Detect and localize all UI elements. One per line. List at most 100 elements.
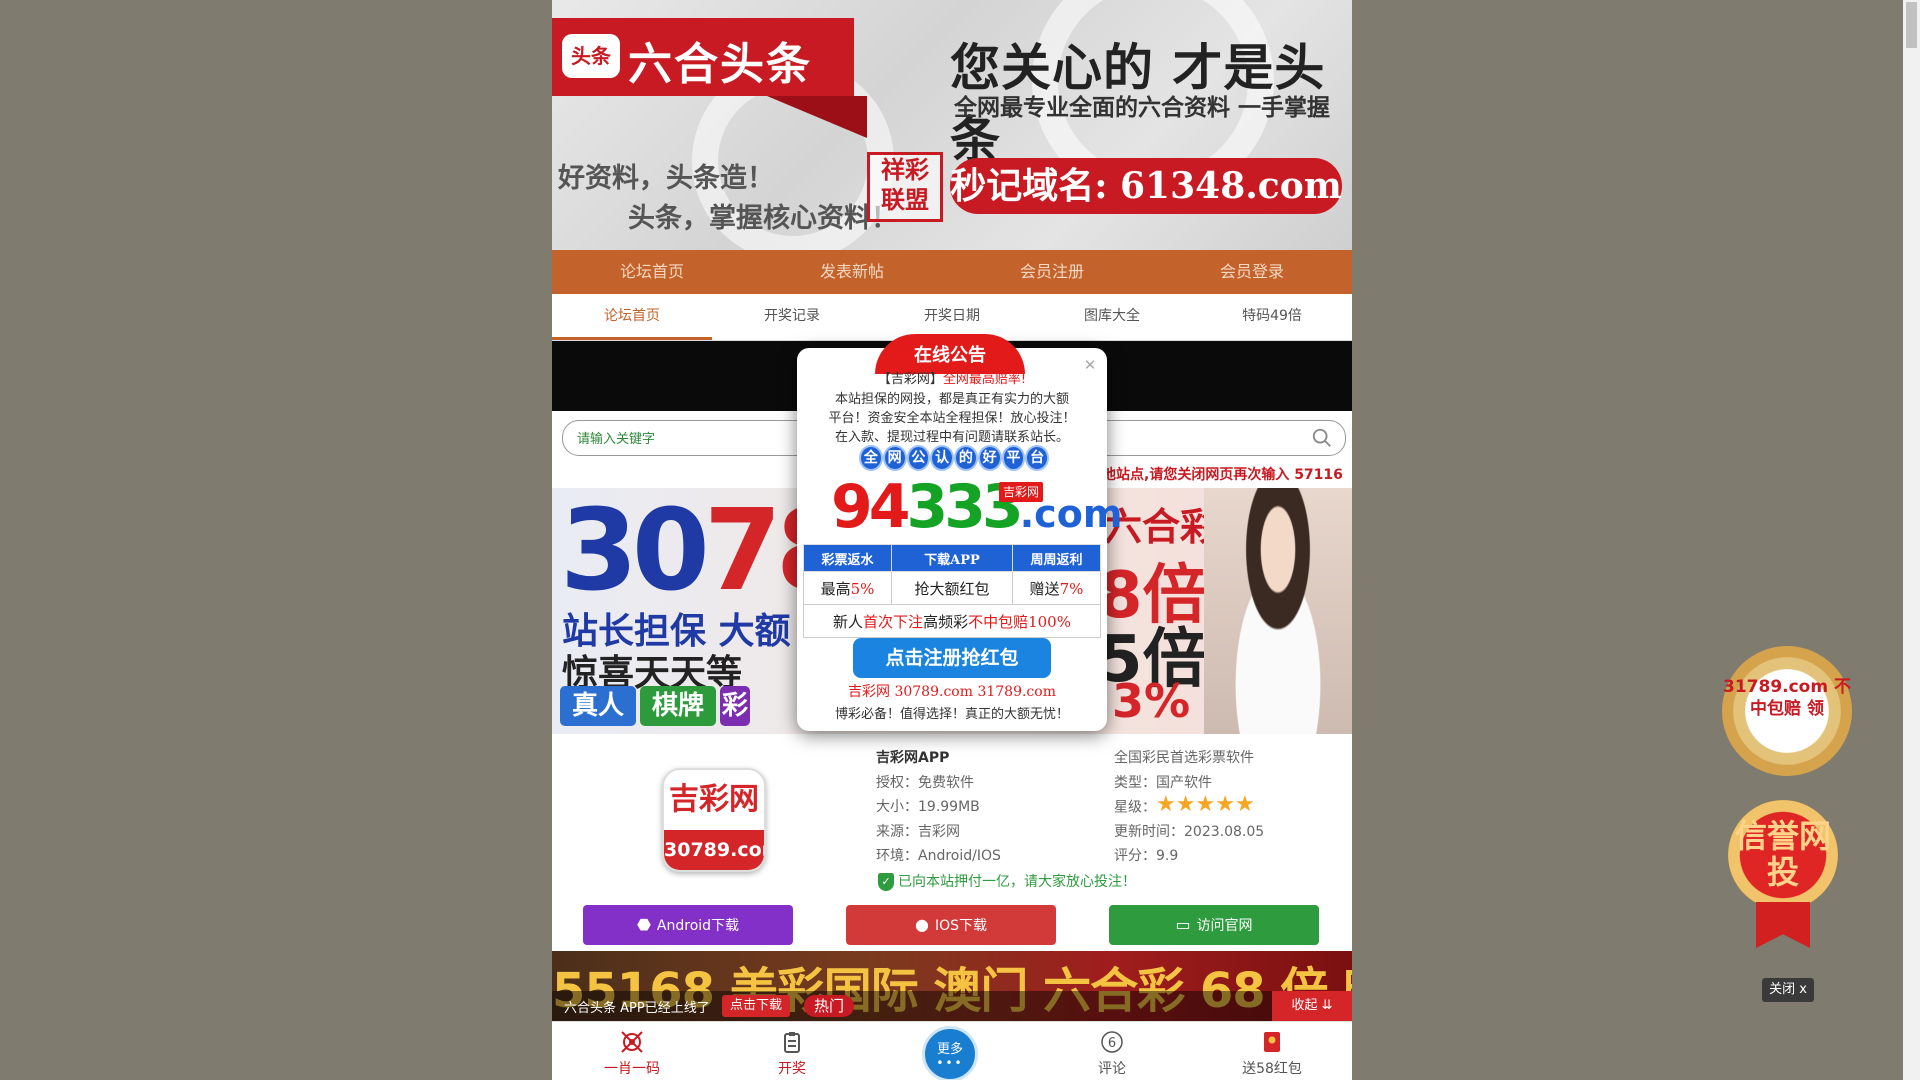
app-rating-row: 星级：★★★★★ xyxy=(1114,792,1264,820)
nav-login[interactable]: 会员登录 xyxy=(1152,250,1352,294)
logo-ribbon xyxy=(767,96,867,138)
app-source: 来源：吉彩网 xyxy=(876,823,960,840)
app-launch-message: 六合头条 APP已经上线了 xyxy=(564,1001,710,1016)
no-loss-badge[interactable]: 31789.com 不中包赔 领 xyxy=(1722,646,1852,776)
red-envelope-icon xyxy=(1264,1032,1280,1052)
logo-text: 六合头条 xyxy=(628,39,812,90)
app-icon-domain: 30789.com xyxy=(664,830,764,870)
ios-download-label: IOS下载 xyxy=(934,918,987,934)
trust-badge: 的 xyxy=(954,445,978,471)
comment-count-icon: 6 xyxy=(1101,1031,1123,1053)
benefit-header: 彩票返水 xyxy=(802,544,893,572)
promo-right-rebate: 3% xyxy=(1112,674,1191,728)
benefits-table: 彩票返水 下载APP 周周返利 最高5% 抢大额红包 赠送7% 新人首次下注高频… xyxy=(802,544,1102,638)
app-size: 大小：19.99MB xyxy=(876,799,980,815)
trust-badge: 台 xyxy=(1025,445,1049,471)
monitor-icon: ▭ xyxy=(1175,915,1191,934)
tab-one-code-label: 一肖一码 xyxy=(604,1061,660,1077)
app-icon[interactable]: 吉彩网 30789.com xyxy=(662,768,766,872)
site-logo[interactable]: 头条 六合头条 xyxy=(552,18,854,96)
app-launch-bar: 六合头条 APP已经上线了 点击下载 热门 收起 ⇊ xyxy=(552,991,1352,1021)
app-updated: 更新时间：2023.08.05 xyxy=(1114,823,1265,840)
trust-medal[interactable]: 信誉网投 xyxy=(1728,800,1838,950)
trust-badge: 认 xyxy=(930,445,954,471)
benefit-header: 周周返利 xyxy=(1011,544,1102,572)
android-icon: ⬣ xyxy=(636,915,651,934)
bottom-ad-strip[interactable]: 55168 美彩国际 澳门 六合彩 68 倍 时时彩 9.90 倍 六合头条 A… xyxy=(552,951,1352,1021)
android-download-button[interactable]: ⬣ Android下载 xyxy=(583,905,793,945)
tab-one-code[interactable]: 一肖一码 xyxy=(572,1022,692,1080)
nav-new-post[interactable]: 发表新帖 xyxy=(752,250,952,294)
no-loss-badge-text: 31789.com 不中包赔 领 xyxy=(1723,677,1851,719)
more-label: 更多 xyxy=(936,1042,963,1057)
star-icon: ★ xyxy=(1175,792,1196,817)
app-license: 授权：免费软件 xyxy=(876,774,974,791)
trust-badge: 好 xyxy=(977,445,1002,471)
rating-label: 星级： xyxy=(1114,799,1156,816)
promo-text: 高频彩 xyxy=(923,612,969,631)
banner-tagline-1: 好资料，头条造！ xyxy=(558,163,774,194)
tab-comments[interactable]: 6 评论 xyxy=(1052,1022,1172,1080)
target-icon xyxy=(621,1031,643,1053)
benefit-header: 下载APP xyxy=(891,544,1013,572)
bottom-tab-bar: 一肖一码 开奖 更多 ••• 6 评论 送58红包 xyxy=(552,1021,1352,1080)
tab-draw-records[interactable]: 开奖记录 xyxy=(712,294,872,340)
guarantee-text: 已向本站押付一亿，请大家放心投注！ xyxy=(898,874,1136,890)
register-cta-button[interactable]: 点击注册抢红包 xyxy=(853,638,1051,678)
promo-highlight: 首次下注 xyxy=(863,612,924,631)
app-details-left: 吉彩网APP 授权：免费软件 大小：19.99MB 来源：吉彩网 环境：Andr… xyxy=(876,746,1001,869)
promo-chip-lottery: 彩 xyxy=(720,686,750,726)
benefit-value: 5% xyxy=(850,579,875,598)
ios-download-button[interactable]: ● IOS下载 xyxy=(846,905,1056,945)
tab-draw-label: 开奖 xyxy=(778,1061,806,1077)
more-button[interactable]: 更多 ••• xyxy=(922,1026,978,1080)
domain-part-red: 94 xyxy=(831,472,910,542)
tab-gallery[interactable]: 图库大全 xyxy=(1032,294,1192,340)
modal-sites[interactable]: 吉彩网 30789.com 31789.com xyxy=(797,681,1107,701)
tab-draw[interactable]: 开奖 xyxy=(732,1022,852,1080)
download-now-button[interactable]: 点击下载 xyxy=(722,995,791,1017)
nav-register[interactable]: 会员注册 xyxy=(952,250,1152,294)
star-icon: ★ xyxy=(1195,792,1216,817)
rating-stars: ★★★★★ xyxy=(1156,792,1255,820)
app-icon-brand: 吉彩网 xyxy=(669,782,759,817)
star-icon: ★ xyxy=(1156,792,1176,817)
visit-website-label: 访问官网 xyxy=(1196,918,1253,934)
domain-banner[interactable]: 秒记域名: 61348.com xyxy=(950,158,1342,214)
shield-check-icon: ✓ xyxy=(878,873,894,891)
modal-footer: 博彩必备！值得选择！真正的大额无忧！ xyxy=(834,707,1069,722)
promo-model-image xyxy=(1204,488,1352,734)
app-name: 吉彩网APP xyxy=(876,750,950,766)
modal-brand-tag: 吉彩网 xyxy=(999,482,1044,502)
search-icon[interactable] xyxy=(1311,427,1333,449)
nav-forum-home[interactable]: 论坛首页 xyxy=(552,250,752,294)
tab-special-code[interactable]: 特码49倍 xyxy=(1192,294,1352,340)
promo-highlight: 不中包赔100% xyxy=(968,612,1071,631)
modal-highlight: 全网最高赔率! xyxy=(942,372,1027,387)
logo-badge: 头条 xyxy=(562,34,620,78)
app-tagline: 全国彩民首选彩票软件 xyxy=(1114,750,1254,766)
scrollbar-thumb[interactable] xyxy=(1906,2,1917,48)
trust-badge: 全 xyxy=(859,445,883,471)
app-info-section: 吉彩网 30789.com 吉彩网APP 授权：免费软件 大小：19.99MB … xyxy=(552,736,1352,951)
collapse-button[interactable]: 收起 ⇊ xyxy=(1272,991,1352,1021)
svg-text:6: 6 xyxy=(1108,1036,1116,1051)
promo-chip-cards: 棋牌 xyxy=(640,686,716,726)
promo-row: 新人首次下注高频彩不中包赔100% xyxy=(803,604,1101,638)
modal-domain[interactable]: 94333.com xyxy=(831,476,1122,545)
benefit-value: 7% xyxy=(1059,579,1084,598)
app-details-right: 全国彩民首选彩票软件 类型：国产软件 星级：★★★★★ 更新时间：2023.08… xyxy=(1114,746,1264,869)
trust-badge: 公 xyxy=(906,445,931,471)
trust-badges: 全 网 公 认 的 好 平 台 xyxy=(859,445,1049,471)
tab-forum-home[interactable]: 论坛首页 xyxy=(552,294,712,340)
close-floats-button[interactable]: 关闭 x xyxy=(1762,978,1814,1002)
modal-text-1: 本站担保的网投，都是真正有实力的大额 xyxy=(834,392,1069,407)
visit-website-button[interactable]: ▭ 访问官网 xyxy=(1109,905,1319,945)
android-download-label: Android下载 xyxy=(656,918,740,934)
modal-text-2: 平台！资金安全本站全程担保！放心投注！ xyxy=(828,411,1076,426)
tab-red-packet-label: 送58红包 xyxy=(1242,1061,1302,1077)
app-environment: 环境：Android/IOS xyxy=(876,848,1001,864)
tab-red-packet[interactable]: 送58红包 xyxy=(1212,1022,1332,1080)
scrollbar[interactable] xyxy=(1903,0,1920,1080)
header-banner: 头条 六合头条 您关心的 才是头条 全网最专业全面的六合资料 一手掌握 好资料，… xyxy=(552,0,1352,250)
